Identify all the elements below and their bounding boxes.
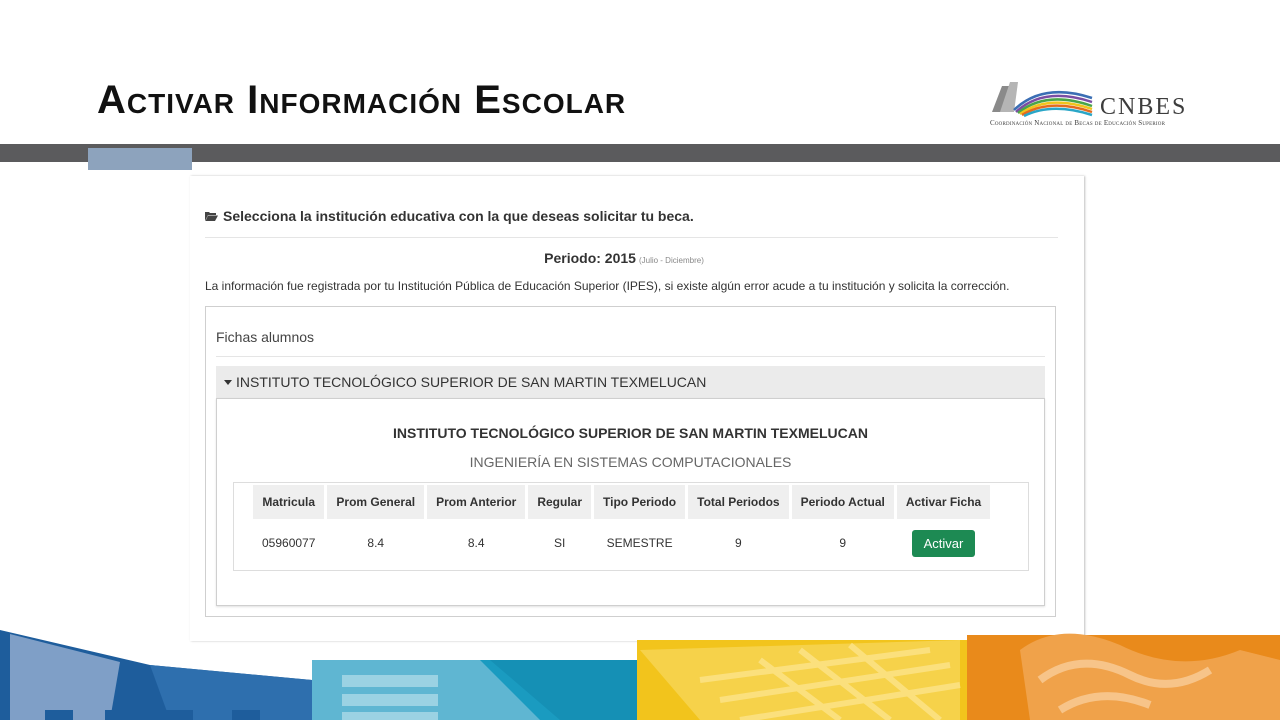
cell-prom-general: 8.4 bbox=[367, 536, 385, 550]
logo-subtitle: Coordinación Nacional de Becas de Educac… bbox=[990, 119, 1166, 127]
cell-matricula: 05960077 bbox=[262, 536, 316, 550]
institution-accordion-header[interactable]: INSTITUTO TECNOLÓGICO SUPERIOR DE SAN MA… bbox=[216, 366, 1045, 398]
header-accent bbox=[88, 148, 192, 170]
column-header-tipo-periodo: Tipo Periodo bbox=[594, 485, 686, 519]
cell-tipo-periodo: SEMESTRE bbox=[606, 536, 673, 550]
fichas-panel: Fichas alumnos INSTITUTO TECNOLÓGICO SUP… bbox=[205, 306, 1056, 617]
institution-detail: INSTITUTO TECNOLÓGICO SUPERIOR DE SAN MA… bbox=[216, 398, 1045, 606]
table-header-row: Matricula Prom General Prom Anterior Reg… bbox=[253, 485, 991, 519]
cell-activar-ficha: Activar bbox=[897, 519, 990, 567]
cell-total-periodos: 9 bbox=[735, 536, 742, 550]
header-bar bbox=[0, 144, 1280, 162]
cell-regular: SI bbox=[554, 536, 566, 550]
cnbes-logo: CNBES Coordinación Nacional de Becas de … bbox=[988, 78, 1198, 134]
column-header-periodo-actual: Periodo Actual bbox=[791, 485, 894, 519]
caret-down-icon bbox=[224, 379, 232, 385]
screenshot-panel: Selecciona la institución educativa con … bbox=[190, 176, 1084, 641]
divider bbox=[216, 356, 1045, 357]
slide-title: Activar Información Escolar bbox=[97, 78, 627, 122]
page-heading-text: Selecciona la institución educativa con … bbox=[223, 208, 694, 224]
footer-decoration bbox=[0, 630, 1280, 720]
periodo-line: Periodo: 2015 (Julio - Diciembre) bbox=[190, 250, 1058, 266]
info-text: La información fue registrada por tu Ins… bbox=[205, 279, 1010, 293]
column-header-activar-ficha: Activar Ficha bbox=[896, 485, 991, 519]
accordion-label: INSTITUTO TECNOLÓGICO SUPERIOR DE SAN MA… bbox=[236, 374, 707, 390]
page-heading: Selecciona la institución educativa con … bbox=[205, 208, 694, 224]
cell-prom-anterior: 8.4 bbox=[467, 536, 485, 550]
divider bbox=[205, 237, 1058, 238]
fichas-title: Fichas alumnos bbox=[216, 329, 315, 345]
cell-periodo-actual: 9 bbox=[839, 536, 847, 550]
activar-button[interactable]: Activar bbox=[911, 529, 976, 557]
fichas-table-wrapper: Matricula Prom General Prom Anterior Reg… bbox=[233, 482, 1029, 571]
career-name: INGENIERÍA EN SISTEMAS COMPUTACIONALES bbox=[469, 454, 792, 470]
column-header-total-periodos: Total Periodos bbox=[688, 485, 789, 519]
column-header-matricula: Matricula bbox=[253, 485, 325, 519]
table-row: 05960077 8.4 8.4 SI SEMESTRE 9 9 Activar bbox=[253, 519, 990, 567]
column-header-prom-anterior: Prom Anterior bbox=[427, 485, 526, 519]
periodo-label: Periodo: 2015 bbox=[544, 250, 636, 266]
column-header-regular: Regular bbox=[528, 485, 592, 519]
periodo-range: (Julio - Diciembre) bbox=[638, 256, 704, 265]
column-header-prom-general: Prom General bbox=[327, 485, 425, 519]
logo-name: CNBES bbox=[1100, 94, 1188, 120]
fichas-table: Matricula Prom General Prom Anterior Reg… bbox=[250, 485, 993, 567]
folder-open-icon bbox=[205, 212, 218, 221]
book-logo-icon bbox=[992, 82, 1093, 118]
institution-name: INSTITUTO TECNOLÓGICO SUPERIOR DE SAN MA… bbox=[393, 425, 868, 441]
